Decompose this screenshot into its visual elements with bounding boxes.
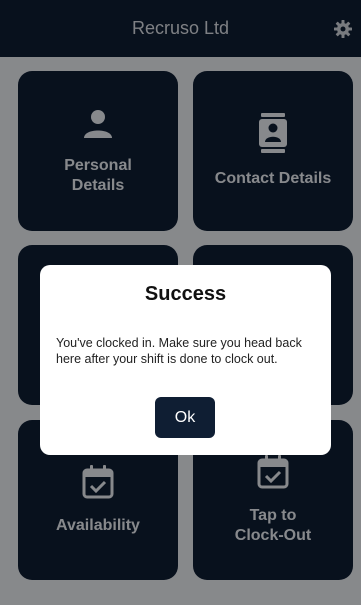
dialog-message: You've clocked in. Make sure you head ba… [56, 336, 302, 366]
success-dialog: Success You've clocked in. Make sure you… [40, 265, 331, 455]
ok-button[interactable]: Ok [155, 397, 215, 438]
dialog-title: Success [144, 283, 227, 305]
